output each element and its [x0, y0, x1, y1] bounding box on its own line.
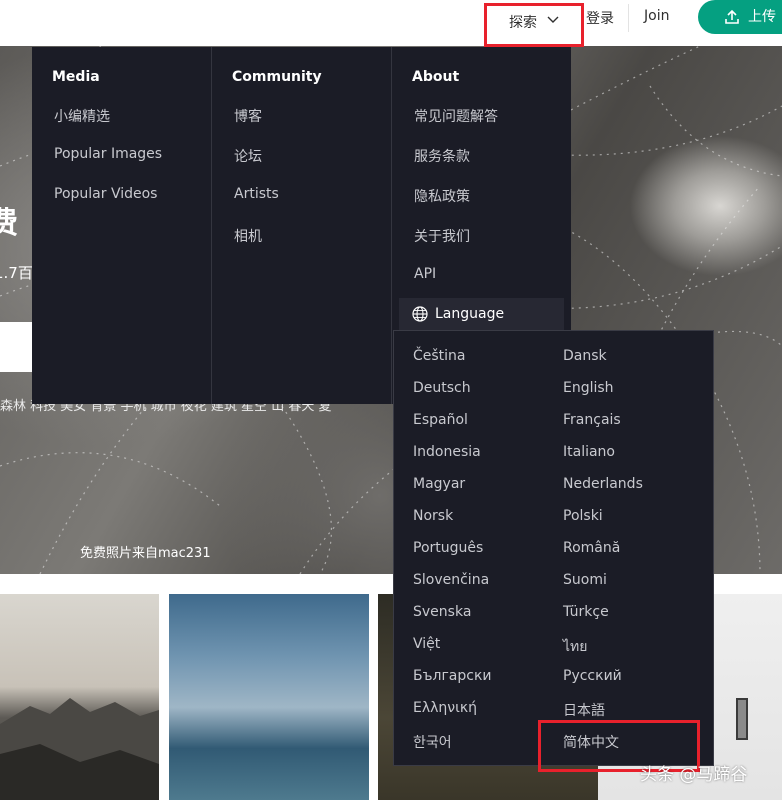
globe-icon — [412, 306, 428, 322]
language-option[interactable]: Nederlands — [563, 476, 643, 492]
menu-item-blog[interactable]: 博客 — [234, 106, 262, 126]
language-option[interactable]: Indonesia — [413, 444, 481, 460]
login-link[interactable]: 登录 — [586, 8, 614, 28]
menu-item-about-us[interactable]: 关于我们 — [414, 226, 470, 246]
menu-column-media: Media 小编精选 Popular Images Popular Videos — [32, 47, 212, 404]
language-option[interactable]: Русский — [563, 668, 622, 684]
language-option[interactable]: English — [563, 380, 614, 396]
language-option[interactable]: Slovenčina — [413, 572, 489, 588]
language-submenu: Čeština Deutsch Español Indonesia Magyar… — [393, 330, 714, 766]
language-option[interactable]: Dansk — [563, 348, 607, 364]
menu-item-artists[interactable]: Artists — [234, 186, 279, 202]
language-option[interactable]: ไทย — [563, 636, 587, 658]
menu-item-popular-images[interactable]: Popular Images — [54, 146, 162, 162]
language-option[interactable]: Español — [413, 412, 468, 428]
upload-label: 上传 — [748, 9, 776, 25]
join-link[interactable]: Join — [644, 8, 669, 24]
source-watermark: 头条 @马蹄谷 — [640, 765, 748, 785]
language-option[interactable]: Suomi — [563, 572, 607, 588]
photo-credit[interactable]: 免费照片来自mac231 — [80, 542, 211, 561]
photo-thumbnail-mountains[interactable] — [0, 594, 159, 800]
wall-frame — [736, 698, 748, 740]
menu-item-api[interactable]: API — [414, 266, 436, 282]
language-option[interactable]: Norsk — [413, 508, 453, 524]
menu-heading-community: Community — [232, 69, 322, 85]
mountain-silhouette — [0, 698, 159, 800]
language-option[interactable]: Română — [563, 540, 620, 556]
top-bar: 探索 登录 Join 上传 — [0, 0, 782, 47]
menu-item-cameras[interactable]: 相机 — [234, 226, 262, 246]
language-option[interactable]: Svenska — [413, 604, 471, 620]
language-option[interactable]: Čeština — [413, 348, 466, 364]
menu-item-forum[interactable]: 论坛 — [234, 146, 262, 166]
menu-heading-about: About — [412, 69, 460, 85]
language-label: Language — [435, 306, 505, 322]
explore-menu-button[interactable]: 探索 — [484, 3, 584, 47]
menu-item-terms[interactable]: 服务条款 — [414, 146, 470, 166]
language-option[interactable]: Ελληνική — [413, 700, 477, 716]
upload-button[interactable]: 上传 — [698, 0, 782, 34]
language-option[interactable]: 한국어 — [413, 732, 452, 752]
language-option[interactable]: Magyar — [413, 476, 465, 492]
hero-subtitle: 1.7百 — [0, 264, 33, 282]
explore-label: 探索 — [509, 15, 537, 31]
language-option[interactable]: Français — [563, 412, 621, 428]
language-option[interactable]: Italiano — [563, 444, 615, 460]
menu-item-privacy[interactable]: 隐私政策 — [414, 186, 470, 206]
language-option[interactable]: Việt — [413, 636, 440, 652]
language-option[interactable]: Türkçe — [563, 604, 609, 620]
language-option[interactable]: Deutsch — [413, 380, 471, 396]
photo-thumbnail-sea[interactable] — [169, 594, 369, 800]
language-option[interactable]: Português — [413, 540, 483, 556]
language-option[interactable]: Polski — [563, 508, 603, 524]
language-menu-item[interactable]: Language — [399, 298, 564, 332]
menu-item-faq[interactable]: 常见问题解答 — [414, 106, 498, 126]
menu-item-editors-choice[interactable]: 小编精选 — [54, 106, 110, 126]
hero-title: 费 — [0, 206, 18, 241]
language-option[interactable]: 日本語 — [563, 700, 605, 720]
menu-heading-media: Media — [52, 69, 100, 85]
header-divider — [628, 4, 629, 32]
menu-item-popular-videos[interactable]: Popular Videos — [54, 186, 157, 202]
chevron-down-icon — [547, 16, 559, 23]
menu-column-community: Community 博客 论坛 Artists 相机 — [212, 47, 392, 404]
language-option[interactable]: Български — [413, 668, 492, 684]
upload-icon — [725, 9, 739, 24]
